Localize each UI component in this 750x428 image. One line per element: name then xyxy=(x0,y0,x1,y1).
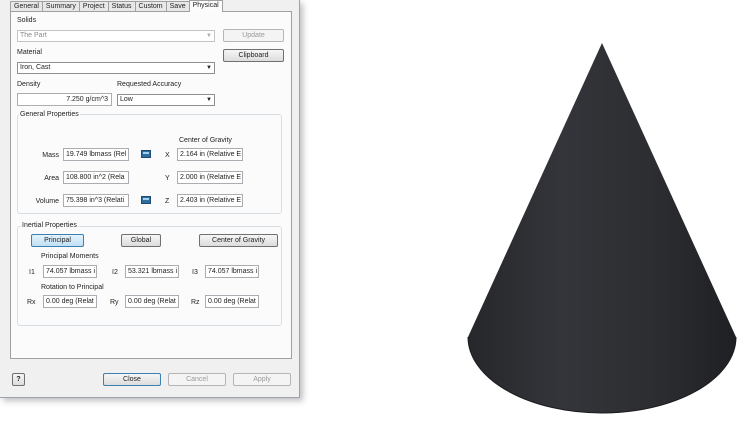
help-icon[interactable]: ? xyxy=(12,373,25,386)
material-value: Iron, Cast xyxy=(20,64,51,71)
principal-moments-label: Principal Moments xyxy=(41,253,99,260)
tab-strip: General Summary Project Status Custom Sa… xyxy=(10,0,223,12)
calculator-icon[interactable] xyxy=(141,196,151,204)
i2-label: I2 xyxy=(112,269,118,276)
tab-physical[interactable]: Physical xyxy=(188,0,223,12)
density-label: Density xyxy=(17,81,41,88)
clipboard-button[interactable]: Clipboard xyxy=(223,49,284,62)
close-button[interactable]: Close xyxy=(103,373,161,386)
material-label: Material xyxy=(17,49,42,56)
y-label: Y xyxy=(165,175,170,182)
solids-dropdown[interactable]: The Part ▼ xyxy=(17,30,215,42)
material-dropdown[interactable]: Iron, Cast ▼ xyxy=(17,62,215,74)
accuracy-value: Low xyxy=(120,96,133,103)
cog-x-field[interactable]: 2.164 in (Relative E xyxy=(177,148,243,161)
accuracy-label: Requested Accuracy xyxy=(117,81,182,88)
i2-field[interactable]: 53.321 lbmass i xyxy=(125,265,179,278)
inertial-properties-title: Inertial Properties xyxy=(21,221,78,230)
tab-save[interactable]: Save xyxy=(165,1,190,11)
mass-label: Mass xyxy=(42,152,59,159)
cog-z-field[interactable]: 2.403 in (Relative E xyxy=(177,194,243,207)
x-label: X xyxy=(165,152,170,159)
general-properties-title: General Properties xyxy=(19,110,80,119)
calculator-icon[interactable] xyxy=(141,150,151,158)
center-of-gravity-label: Center of Gravity xyxy=(179,137,232,144)
i1-label: I1 xyxy=(29,269,35,276)
iproperties-dialog: General Summary Project Status Custom Sa… xyxy=(0,0,300,398)
volume-label: Volume xyxy=(35,198,59,205)
volume-field[interactable]: 75.398 in^3 (Relati xyxy=(63,194,129,207)
principal-button[interactable]: Principal xyxy=(31,234,84,247)
cancel-button[interactable]: Cancel xyxy=(168,373,226,386)
physical-tab-page: Solids The Part ▼ Update Clipboard Mater… xyxy=(10,11,292,359)
rx-field[interactable]: 0.00 deg (Relat xyxy=(43,295,97,308)
tab-project[interactable]: Project xyxy=(78,1,109,11)
tab-summary[interactable]: Summary xyxy=(41,1,80,11)
i1-field[interactable]: 74.057 lbmass i xyxy=(43,265,97,278)
cog-y-field[interactable]: 2.000 in (Relative E xyxy=(177,171,243,184)
tab-custom[interactable]: Custom xyxy=(134,1,167,11)
rotation-label: Rotation to Principal xyxy=(41,284,104,291)
mass-field[interactable]: 19.749 lbmass (Rel xyxy=(63,148,129,161)
rz-label: Rz xyxy=(191,299,200,306)
cone-body xyxy=(468,43,736,413)
z-label: Z xyxy=(165,198,170,205)
cone-model-view[interactable] xyxy=(455,35,750,420)
chevron-down-icon: ▼ xyxy=(206,65,212,71)
tab-general[interactable]: General xyxy=(10,1,43,11)
chevron-down-icon: ▼ xyxy=(206,33,212,39)
accuracy-dropdown[interactable]: Low ▼ xyxy=(117,94,215,106)
i3-field[interactable]: 74.057 lbmass i xyxy=(205,265,259,278)
dialog-footer: ? Close Cancel Apply xyxy=(0,373,300,389)
tab-status[interactable]: Status xyxy=(107,1,136,11)
solids-value: The Part xyxy=(20,32,47,39)
chevron-down-icon: ▼ xyxy=(206,97,212,103)
global-button[interactable]: Global xyxy=(121,234,161,247)
ry-field[interactable]: 0.00 deg (Relat xyxy=(125,295,179,308)
solids-label: Solids xyxy=(17,17,37,24)
area-field[interactable]: 108.800 in^2 (Rela xyxy=(63,171,129,184)
i3-label: I3 xyxy=(192,269,198,276)
ry-label: Ry xyxy=(110,299,119,306)
apply-button[interactable]: Apply xyxy=(233,373,291,386)
area-label: Area xyxy=(44,175,59,182)
rz-field[interactable]: 0.00 deg (Relat xyxy=(205,295,259,308)
update-button[interactable]: Update xyxy=(223,29,284,42)
density-field[interactable]: 7.250 g/cm^3 xyxy=(17,93,112,106)
rx-label: Rx xyxy=(27,299,36,306)
center-of-gravity-button[interactable]: Center of Gravity xyxy=(199,234,278,247)
